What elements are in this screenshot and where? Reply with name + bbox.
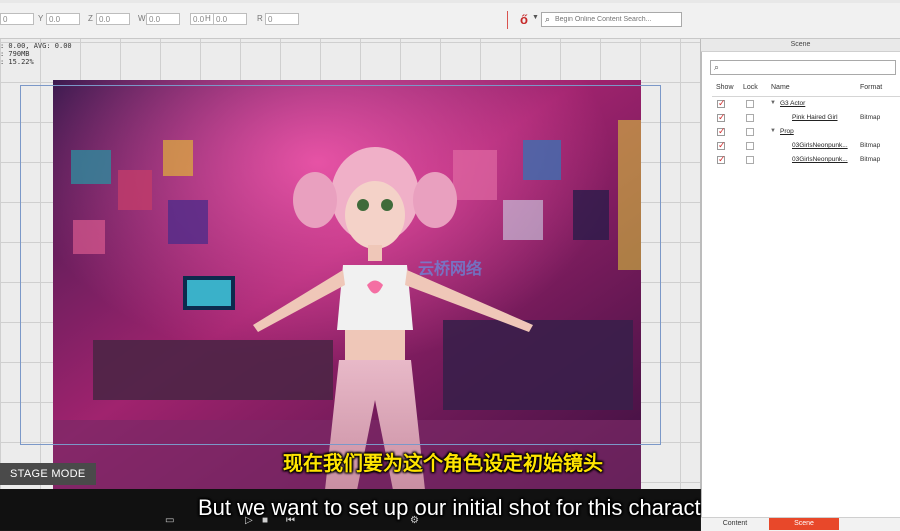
memory-readout: : 790MB: [0, 50, 30, 58]
top-toolbar: 0 Y 0.0 Z 0.0 W 0.0 0.0 H 0.0 R 0 ő ▼ ⌕: [0, 0, 900, 39]
timeline-icon[interactable]: ▭: [165, 515, 174, 526]
show-checkbox[interactable]: ✓: [717, 98, 726, 108]
lock-checkbox[interactable]: [746, 114, 754, 122]
y-input[interactable]: 0.0: [46, 13, 80, 25]
checkmark-icon: ✓: [718, 98, 726, 108]
scene-row-neonpunk-2[interactable]: ✓ 03GirlsNeonpunk... Bitmap: [712, 154, 900, 167]
z-label: Z: [88, 14, 93, 23]
toolbar-divider: [507, 11, 508, 29]
chinese-subtitle: 现在我们要为这个角色设定初始镜头: [283, 453, 603, 475]
fps-readout: : 0.00, AVG: 0.00: [0, 42, 72, 50]
toolbar-top-strip: [0, 0, 900, 3]
column-format[interactable]: Format: [860, 84, 882, 91]
scene-row-neonpunk-1[interactable]: ✓ 03GirlsNeonpunk... Bitmap: [712, 140, 900, 153]
expand-triangle-icon[interactable]: ▼: [770, 100, 776, 106]
scene-column-headers: Show Lock Name Format: [712, 84, 900, 97]
checkmark-icon: ✓: [718, 126, 726, 136]
performance-stats: : 0.00, AVG: 0.00 : 790MB : 15.22%: [0, 42, 72, 66]
scene-panel-title: Scene: [790, 41, 811, 48]
checkmark-icon: ✓: [718, 154, 726, 164]
content-manager-icon[interactable]: ő: [515, 12, 533, 28]
r-input[interactable]: 0: [265, 13, 299, 25]
row-name[interactable]: 03GirlsNeonpunk...: [792, 155, 848, 165]
row-format: Bitmap: [860, 156, 881, 163]
checkmark-icon: ✓: [718, 112, 726, 122]
row-name[interactable]: Prop: [780, 127, 794, 137]
online-content-search[interactable]: ⌕: [541, 12, 682, 27]
row-name[interactable]: Pink Haired Girl: [792, 113, 838, 123]
scene-row-g3-actor[interactable]: ✓ ▼ G3 Actor: [712, 98, 900, 111]
search-icon: ⌕: [545, 14, 551, 24]
online-search-input[interactable]: [555, 14, 679, 25]
show-checkbox[interactable]: ✓: [717, 126, 726, 136]
row-format: Bitmap: [860, 114, 881, 121]
tab-scene[interactable]: Scene: [769, 518, 839, 530]
stage-mode-label[interactable]: STAGE MODE: [0, 463, 96, 485]
z-input[interactable]: 0.0: [96, 13, 130, 25]
x-input[interactable]: 0: [0, 13, 34, 25]
lock-checkbox[interactable]: [746, 156, 754, 164]
row-name[interactable]: G3 Actor: [780, 99, 805, 109]
w-input[interactable]: 0.0: [146, 13, 180, 25]
camera-frame-outline: [20, 85, 661, 445]
h-label: H: [205, 14, 211, 23]
show-checkbox[interactable]: ✓: [717, 154, 726, 164]
usage-readout: : 15.22%: [0, 58, 34, 66]
show-checkbox[interactable]: ✓: [717, 140, 726, 150]
scene-row-pink-haired-girl[interactable]: ✓ Pink Haired Girl Bitmap: [712, 112, 900, 125]
row-name[interactable]: 03GirlsNeonpunk...: [792, 141, 848, 151]
expand-triangle-icon[interactable]: ▼: [770, 128, 776, 134]
lock-checkbox[interactable]: [746, 100, 754, 108]
scene-row-prop[interactable]: ✓ ▼ Prop: [712, 126, 900, 139]
scene-search-input[interactable]: ⌕: [710, 60, 896, 75]
lock-checkbox[interactable]: [746, 128, 754, 136]
lock-checkbox[interactable]: [746, 142, 754, 150]
y-label: Y: [38, 14, 44, 23]
r-label: R: [257, 14, 263, 23]
checkmark-icon: ✓: [718, 140, 726, 150]
watermark-text: 云桥网络: [418, 261, 483, 278]
column-show[interactable]: Show: [716, 84, 734, 91]
show-checkbox[interactable]: ✓: [717, 112, 726, 122]
w-label: W: [138, 14, 146, 23]
column-name[interactable]: Name: [771, 84, 790, 91]
tab-content[interactable]: Content: [701, 518, 769, 530]
h-input[interactable]: 0.0: [213, 13, 247, 25]
row-format: Bitmap: [860, 142, 881, 149]
search-icon: ⌕: [714, 62, 720, 72]
column-lock[interactable]: Lock: [743, 84, 758, 91]
chevron-down-icon[interactable]: ▼: [532, 14, 539, 21]
